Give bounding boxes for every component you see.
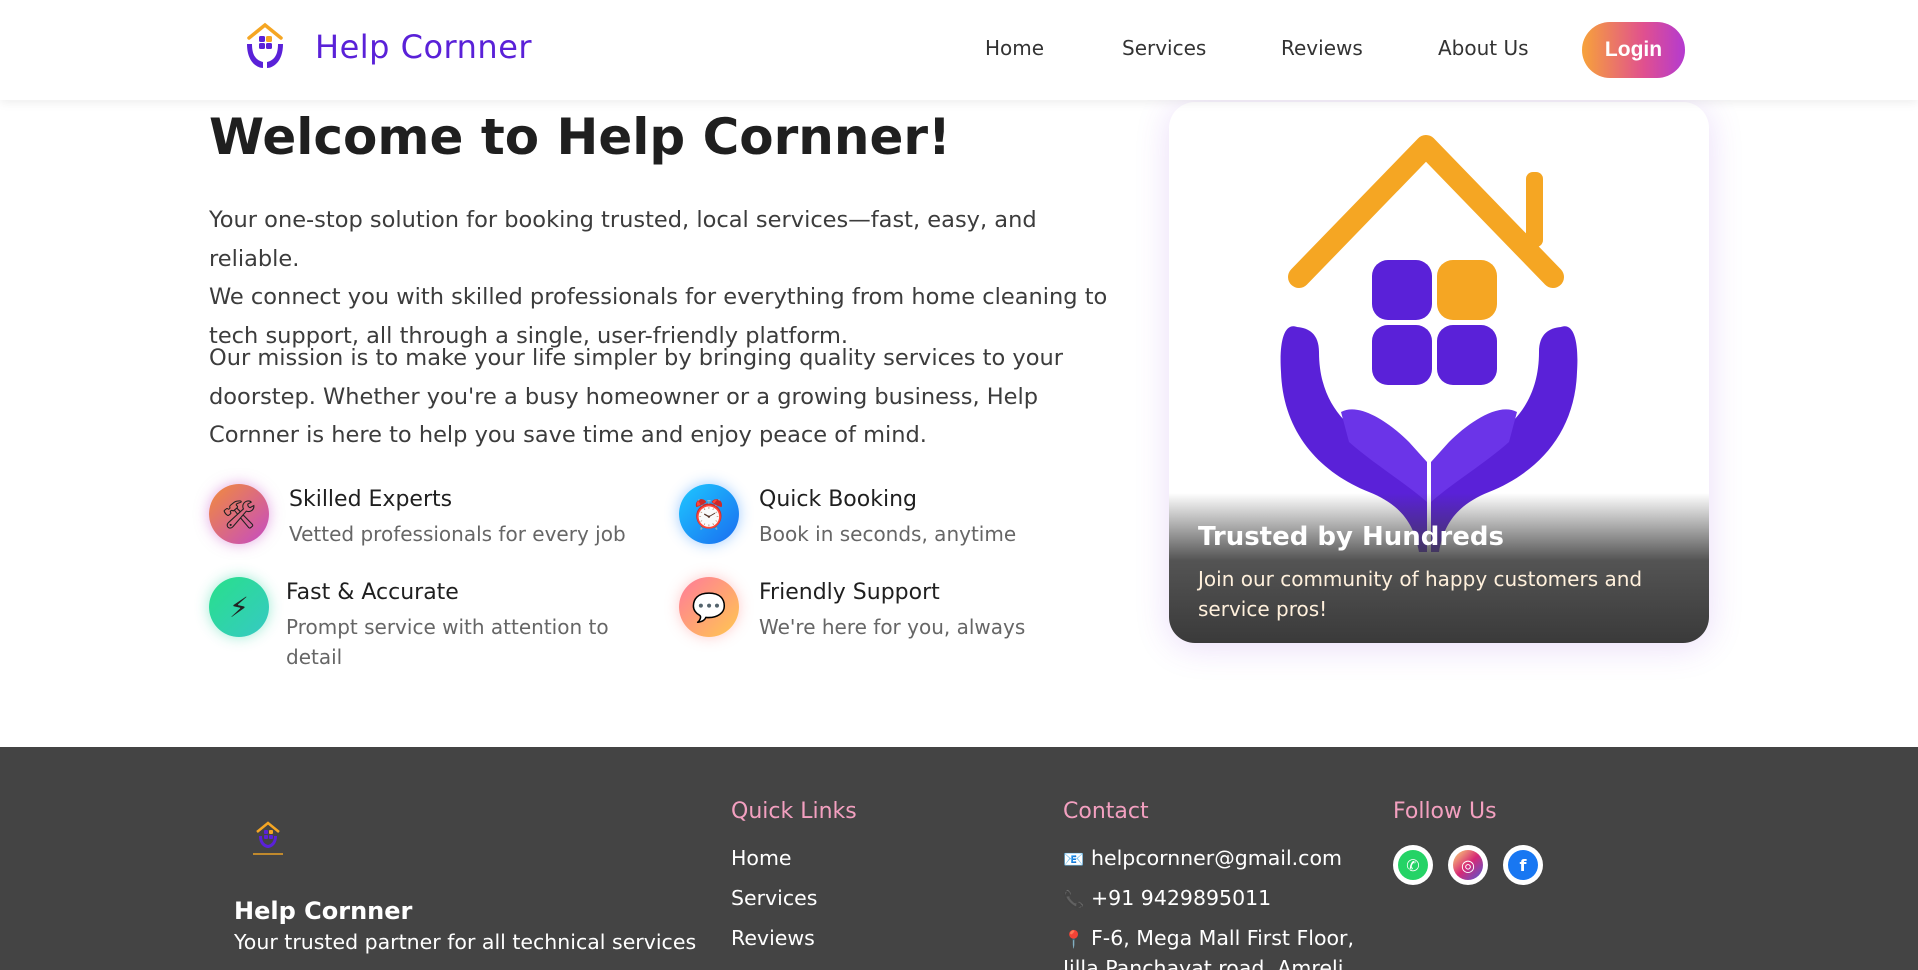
feature-desc: We're here for you, always [759,615,1026,639]
feature-title: Fast & Accurate [286,580,459,605]
feature-desc: Book in seconds, anytime [759,522,1017,546]
page-title: Welcome to Help Cornner! [209,108,951,166]
card-text-line: Join our community of happy customers an… [1198,567,1643,591]
mission-line: doorstep. Whether you're a busy homeowne… [209,383,1039,410]
brand-name[interactable]: Help Cornner [315,28,532,66]
footer-tagline: Your trusted partner for all technical s… [234,930,697,954]
feature-desc-line: detail [286,645,343,669]
intro-line: Your one-stop solution for booking trust… [209,207,1037,272]
facebook-icon[interactable]: f [1503,845,1543,885]
card-text-line: service pros! [1198,597,1328,621]
feature-title: Skilled Experts [289,487,453,512]
card-title: Trusted by Hundreds [1198,522,1504,552]
card-text: Join our community of happy customers an… [1198,564,1678,624]
footer-link-home[interactable]: Home [731,846,792,870]
quick-links-heading: Quick Links [731,799,857,824]
help-cornner-logo-icon[interactable] [243,22,287,72]
site-header: Help Cornner Home Services Reviews About… [0,0,1918,100]
mission-line: Our mission is to make your life simpler… [209,345,1063,371]
footer-link-services[interactable]: Services [731,886,817,910]
contact-phone-text: +91 9429895011 [1091,886,1272,910]
whatsapp-icon[interactable]: ✆ [1393,845,1433,885]
login-button[interactable]: Login [1582,22,1685,78]
speech-bubble-icon: 💬 [679,577,739,637]
follow-us-heading: Follow Us [1393,799,1497,824]
contact-address-text: F-6, Mega Mall First Floor, [1091,926,1354,950]
nav-services[interactable]: Services [1122,36,1206,60]
contact-heading: Contact [1063,799,1149,824]
feature-title: Quick Booking [759,487,917,512]
intro-line: We connect you with skilled professional… [209,284,1108,310]
feature-desc-line: Prompt service with attention to [286,615,609,639]
lightning-icon: ⚡ [209,577,269,637]
mission-paragraph: Our mission is to make your life simpler… [209,339,1119,455]
intro-paragraph: Your one-stop solution for booking trust… [209,201,1119,355]
nav-reviews[interactable]: Reviews [1281,36,1363,60]
feature-desc: Vetted professionals for every job [289,522,626,546]
contact-address: 📍 F-6, Mega Mall First Floor, [1063,926,1354,950]
contact-email-text: helpcornner@gmail.com [1091,846,1342,870]
footer-brand: Help Cornner [234,897,413,925]
feature-title: Friendly Support [759,580,940,605]
nav-home[interactable]: Home [985,36,1044,60]
contact-address-line2: Jilla Panchayat road, Amreli [1063,956,1343,970]
trusted-card: Trusted by Hundreds Join our community o… [1169,102,1709,643]
feature-desc: Prompt service with attention to detail [286,612,616,672]
mission-line: Cornner is here to help you save time an… [209,422,927,448]
alarm-clock-icon: ⏰ [679,484,739,544]
tools-icon: 🛠 [209,484,269,544]
footer-link-reviews[interactable]: Reviews [731,926,815,950]
nav-about-us[interactable]: About Us [1438,36,1529,60]
site-footer: Help Cornner Your trusted partner for al… [0,747,1918,970]
footer-logo-icon[interactable] [243,812,293,862]
phone-icon: 📞 [1063,890,1085,910]
contact-phone[interactable]: 📞 +91 9429895011 [1063,886,1271,910]
email-icon: 📧 [1063,850,1085,870]
contact-email[interactable]: 📧 helpcornner@gmail.com [1063,846,1342,870]
instagram-icon[interactable]: ◎ [1448,845,1488,885]
location-pin-icon: 📍 [1063,930,1085,950]
contact-address-text-2: Jilla Panchayat road, Amreli [1063,956,1344,970]
